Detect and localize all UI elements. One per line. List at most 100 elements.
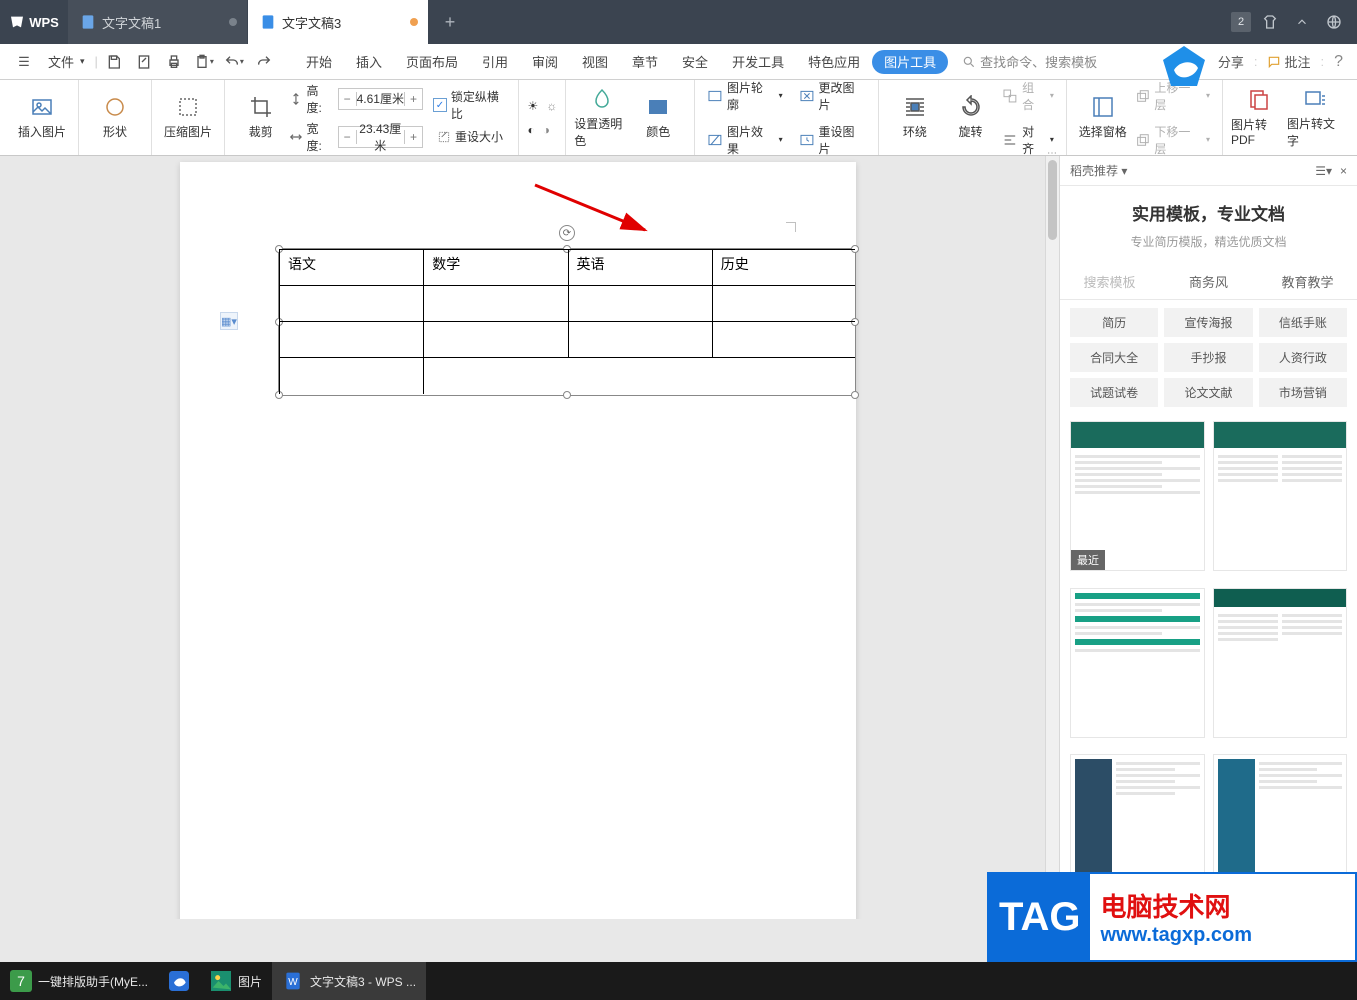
rotate-handle[interactable]: ⟳ [559,225,575,241]
taskbar-item-active[interactable]: W文字文稿3 - WPS ... [272,962,426,1000]
reset-size-button[interactable]: 重设大小 [433,126,510,147]
scrollbar-thumb[interactable] [1048,160,1057,240]
select-pane-button[interactable]: 选择窗格 [1075,80,1131,155]
vertical-scrollbar[interactable]: ⋯ [1045,156,1059,919]
compress-image-button[interactable]: 压缩图片 [160,80,216,155]
print-preview-icon[interactable] [130,48,158,76]
wrap-button[interactable]: 环绕 [887,80,943,155]
table: 语文 数学 英语 历史 [279,249,855,394]
tab-pagelayout[interactable]: 页面布局 [394,44,470,80]
document-area[interactable]: ▦▾ ⟳ 语文 数学 英语 历史 [0,156,1045,919]
doc-tab-2[interactable]: 文字文稿3 [248,0,428,44]
sidepanel-title: 稻壳推荐 ▾ [1070,162,1127,179]
insert-image-button[interactable]: 插入图片 [14,80,70,155]
comment-button[interactable]: 批注 [1267,52,1310,71]
category-marketing[interactable]: 市场营销 [1259,378,1347,407]
panel-menu-icon[interactable]: ☰▾ [1315,164,1332,178]
paste-icon[interactable]: ▾ [190,48,218,76]
close-icon[interactable] [229,18,237,26]
tab-start[interactable]: 开始 [294,44,344,80]
overlay-watermark: TAG 电脑技术网 www.tagxp.com [987,872,1357,962]
selected-object[interactable]: ⟳ 语文 数学 英语 历史 [278,248,856,396]
brightness-down-icon[interactable]: ☼ [546,99,557,113]
change-image-button[interactable]: 更改图片 [795,77,870,115]
file-menu[interactable]: 文件▾ [40,52,93,71]
hamburger-icon[interactable]: ☰ [10,48,38,76]
tab-insert[interactable]: 插入 [344,44,394,80]
image-effect-button[interactable]: 图片效果▾ [703,121,786,159]
template-thumb[interactable] [1213,421,1348,571]
menu-bar: ☰ 文件▾ | ▾ ▾ 开始 插入 页面布局 引用 审阅 视图 章节 安全 开发… [0,44,1357,80]
category-newspaper[interactable]: 手抄报 [1164,343,1252,372]
layout-options-button[interactable]: ▦▾ [220,312,238,330]
sidepanel-tab-search[interactable]: 搜索模板 [1060,264,1159,299]
print-icon[interactable] [160,48,188,76]
globe-icon[interactable] [1321,9,1347,35]
taskbar-item[interactable]: 7一键排版助手(MyE... [0,962,158,1000]
category-poster[interactable]: 宣传海报 [1164,308,1252,337]
arrow-annotation [530,180,660,240]
table-cell[interactable]: 数学 [424,250,568,286]
lock-ratio-checkbox[interactable]: ✓锁定纵横比 [433,88,510,122]
category-contract[interactable]: 合同大全 [1070,343,1158,372]
template-thumb[interactable]: 最近 [1070,421,1205,571]
notification-badge[interactable]: 2 [1231,12,1251,32]
undo-icon[interactable]: ▾ [220,48,248,76]
move-down-button: 下移一层▾ [1131,121,1214,159]
rotate-button[interactable]: 旋转 [943,80,999,155]
category-hr[interactable]: 人资行政 [1259,343,1347,372]
height-icon [289,92,303,106]
template-sidepanel: 稻壳推荐 ▾ ☰▾ × 实用模板，专业文档 专业简历模版，精选优质文档 搜索模板… [1059,156,1357,919]
height-input[interactable]: −4.61厘米+ [338,88,423,110]
contrast-up-icon[interactable]: ◐ [527,123,534,137]
image-to-text-button[interactable]: 图片转文字 [1287,80,1343,155]
sidepanel-tab-education[interactable]: 教育教学 [1258,264,1357,299]
group-button: 组合▾ [998,77,1058,115]
template-thumb[interactable] [1070,588,1205,738]
category-exam[interactable]: 试题试卷 [1070,378,1158,407]
share-button[interactable]: 分享 [1218,52,1244,71]
category-thesis[interactable]: 论文文献 [1164,378,1252,407]
height-row: 高度: −4.61厘米+ [289,82,423,116]
table-cell[interactable]: 语文 [280,250,424,286]
taskbar-item[interactable] [158,962,200,1000]
image-outline-button[interactable]: 图片轮廓▾ [703,77,786,115]
skin-button[interactable] [1257,9,1283,35]
tab-chapter[interactable]: 章节 [620,44,670,80]
tab-features[interactable]: 特色应用 [796,44,872,80]
new-tab-button[interactable]: + [428,0,472,44]
tab-devtools[interactable]: 开发工具 [720,44,796,80]
tab-review[interactable]: 审阅 [520,44,570,80]
shapes-button[interactable]: 形状 [87,80,143,155]
workspace: ▦▾ ⟳ 语文 数学 英语 历史 [0,156,1357,919]
collapse-button[interactable] [1289,9,1315,35]
scroll-options-icon[interactable]: ⋯ [1045,148,1059,158]
width-input[interactable]: −23.43厘米+ [338,126,423,148]
color-button[interactable]: 颜色 [630,80,686,155]
panel-close-icon[interactable]: × [1340,164,1347,178]
tab-image-tools[interactable]: 图片工具 [872,50,948,74]
category-letter[interactable]: 信纸手账 [1259,308,1347,337]
ribbon-tabs: 开始 插入 页面布局 引用 审阅 视图 章节 安全 开发工具 特色应用 图片工具 [294,44,948,80]
tab-security[interactable]: 安全 [670,44,720,80]
contrast-down-icon[interactable]: ◑ [543,123,550,137]
help-button[interactable]: ? [1334,53,1343,71]
set-transparent-button[interactable]: 设置透明色 [574,80,630,155]
category-resume[interactable]: 简历 [1070,308,1158,337]
template-thumb[interactable] [1213,588,1348,738]
redo-icon[interactable] [250,48,278,76]
table-cell[interactable]: 历史 [712,250,855,286]
table-cell[interactable]: 英语 [568,250,712,286]
save-icon[interactable] [100,48,128,76]
tab-view[interactable]: 视图 [570,44,620,80]
reset-image-button[interactable]: 重设图片 [795,121,870,159]
brightness-up-icon[interactable]: ☀ [527,99,538,113]
command-search[interactable]: 查找命令、搜索模板 [962,52,1097,71]
modified-icon[interactable] [410,18,418,26]
sidepanel-tab-business[interactable]: 商务风 [1159,264,1258,299]
crop-button[interactable]: 裁剪 [233,80,289,155]
doc-tab-1[interactable]: 文字文稿1 [68,0,248,44]
image-to-pdf-button[interactable]: 图片转PDF [1231,80,1287,155]
taskbar-item[interactable]: 图片 [200,962,272,1000]
tab-reference[interactable]: 引用 [470,44,520,80]
